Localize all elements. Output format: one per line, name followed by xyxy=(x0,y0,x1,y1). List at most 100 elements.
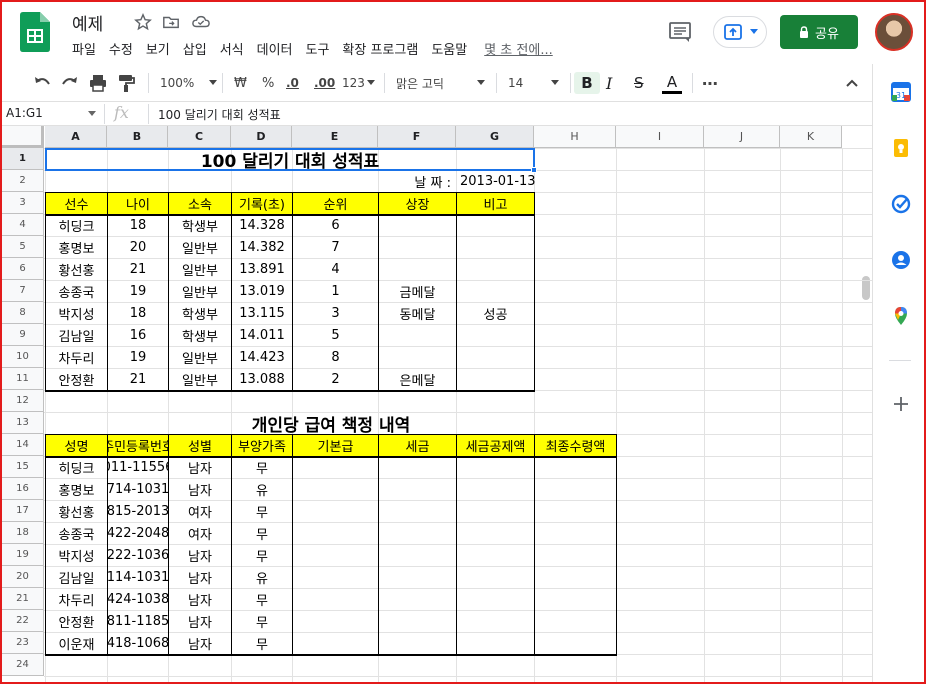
race-header-cell[interactable]: 기록(초) xyxy=(231,192,293,215)
race-data-cell[interactable]: 금메달 xyxy=(378,280,457,303)
salary-data-cell[interactable] xyxy=(456,456,535,479)
row-header-15[interactable]: 15 xyxy=(2,456,44,478)
salary-data-cell[interactable] xyxy=(378,588,457,611)
comment-history-icon[interactable] xyxy=(667,20,693,44)
sheets-logo-icon[interactable] xyxy=(20,12,50,52)
race-data-cell[interactable] xyxy=(456,280,535,303)
calendar-icon[interactable]: 31 xyxy=(891,82,911,102)
text-color-button[interactable]: A xyxy=(662,72,682,94)
row-header-11[interactable]: 11 xyxy=(2,368,44,390)
salary-header-cell[interactable]: 주민등록번호 xyxy=(107,434,169,457)
race-data-cell[interactable]: 16 xyxy=(107,324,169,347)
race-data-cell[interactable] xyxy=(378,236,457,259)
race-data-cell[interactable]: 일반부 xyxy=(168,258,232,281)
salary-header-cell[interactable]: 성명 xyxy=(45,434,108,457)
salary-data-cell[interactable]: 유 xyxy=(231,478,293,501)
race-data-cell[interactable]: 13.891 xyxy=(231,258,293,281)
more-formats-select[interactable]: 123 xyxy=(342,72,375,94)
currency-format-button[interactable]: ₩ xyxy=(234,72,247,94)
salary-data-cell[interactable] xyxy=(378,522,457,545)
name-box[interactable]: A1:G1 xyxy=(6,106,43,120)
row-header-7[interactable]: 7 xyxy=(2,280,44,302)
race-data-cell[interactable]: 일반부 xyxy=(168,368,232,391)
race-data-cell[interactable]: 안정환 xyxy=(45,368,108,391)
maps-icon[interactable] xyxy=(891,306,911,326)
race-data-cell[interactable]: 동메달 xyxy=(378,302,457,325)
document-title[interactable]: 예제 xyxy=(72,10,103,35)
salary-data-cell[interactable]: 여자 xyxy=(168,500,232,523)
star-icon[interactable] xyxy=(134,13,152,31)
salary-data-cell[interactable]: 750418-1068522 xyxy=(107,632,169,655)
salary-data-cell[interactable]: 홍명보 xyxy=(45,478,108,501)
decrease-decimal-button[interactable]: .0 xyxy=(286,72,299,94)
salary-data-cell[interactable]: 750714-1031281 xyxy=(107,478,169,501)
salary-data-cell[interactable]: 남자 xyxy=(168,544,232,567)
salary-data-cell[interactable] xyxy=(378,566,457,589)
column-header-c[interactable]: C xyxy=(168,126,231,148)
salary-data-cell[interactable]: 이운재 xyxy=(45,632,108,655)
salary-data-cell[interactable]: 여자 xyxy=(168,522,232,545)
salary-data-cell[interactable]: 차두리 xyxy=(45,588,108,611)
keep-icon[interactable] xyxy=(891,138,911,158)
salary-data-cell[interactable]: 무 xyxy=(231,456,293,479)
salary-data-cell[interactable] xyxy=(292,632,379,655)
zoom-select[interactable]: 100% xyxy=(160,72,218,94)
salary-data-cell[interactable] xyxy=(534,456,617,479)
race-header-cell[interactable]: 소속 xyxy=(168,192,232,215)
race-data-cell[interactable]: 일반부 xyxy=(168,280,232,303)
race-header-cell[interactable]: 나이 xyxy=(107,192,169,215)
race-data-cell[interactable]: 19 xyxy=(107,346,169,369)
race-data-cell[interactable] xyxy=(456,236,535,259)
menu-tools[interactable]: 도구 xyxy=(306,39,330,59)
salary-data-cell[interactable]: 남자 xyxy=(168,610,232,633)
salary-data-cell[interactable]: 무 xyxy=(231,610,293,633)
row-header-2[interactable]: 2 xyxy=(2,170,44,192)
row-header-22[interactable]: 22 xyxy=(2,610,44,632)
salary-data-cell[interactable] xyxy=(378,478,457,501)
salary-data-cell[interactable]: 황선홍 xyxy=(45,500,108,523)
salary-header-cell[interactable]: 기본급 xyxy=(292,434,379,457)
salary-data-cell[interactable] xyxy=(378,544,457,567)
race-data-cell[interactable]: 13.088 xyxy=(231,368,293,391)
race-data-cell[interactable]: 13.019 xyxy=(231,280,293,303)
chevron-down-icon[interactable] xyxy=(88,111,96,117)
percent-format-button[interactable]: % xyxy=(262,72,274,94)
race-data-cell[interactable]: 은메달 xyxy=(378,368,457,391)
row-header-3[interactable]: 3 xyxy=(2,192,44,214)
race-data-cell[interactable] xyxy=(456,368,535,391)
salary-data-cell[interactable] xyxy=(456,632,535,655)
race-data-cell[interactable]: 학생부 xyxy=(168,302,232,325)
menu-extensions[interactable]: 확장 프로그램 xyxy=(342,39,418,59)
salary-header-cell[interactable]: 최종수령액 xyxy=(534,434,617,457)
more-options-button[interactable]: ⋯ xyxy=(702,72,718,94)
race-title-cell[interactable]: 100 달리기 대회 성적표 xyxy=(45,148,535,171)
move-folder-icon[interactable] xyxy=(162,13,180,31)
salary-data-cell[interactable]: 760811-1185235 xyxy=(107,610,169,633)
menu-insert[interactable]: 삽입 xyxy=(183,39,207,59)
race-data-cell[interactable] xyxy=(456,324,535,347)
cloud-saved-icon[interactable] xyxy=(192,13,210,31)
salary-data-cell[interactable]: 남자 xyxy=(168,588,232,611)
salary-data-cell[interactable] xyxy=(534,610,617,633)
race-data-cell[interactable]: 20 xyxy=(107,236,169,259)
row-header-17[interactable]: 17 xyxy=(2,500,44,522)
race-data-cell[interactable]: 학생부 xyxy=(168,214,232,237)
race-data-cell[interactable]: 8 xyxy=(292,346,379,369)
race-data-cell[interactable]: 일반부 xyxy=(168,346,232,369)
row-header-10[interactable]: 10 xyxy=(2,346,44,368)
last-edit-link[interactable]: 몇 초 전에... xyxy=(484,39,553,59)
salary-data-cell[interactable] xyxy=(292,566,379,589)
race-data-cell[interactable]: 7 xyxy=(292,236,379,259)
race-data-cell[interactable]: 14.328 xyxy=(231,214,293,237)
race-data-cell[interactable]: 일반부 xyxy=(168,236,232,259)
race-data-cell[interactable]: 5 xyxy=(292,324,379,347)
bold-button[interactable]: B xyxy=(574,72,600,94)
salary-data-cell[interactable] xyxy=(292,456,379,479)
salary-data-cell[interactable] xyxy=(534,478,617,501)
share-button[interactable]: 공유 xyxy=(780,15,858,49)
salary-data-cell[interactable]: 790815-2013158 xyxy=(107,500,169,523)
row-header-18[interactable]: 18 xyxy=(2,522,44,544)
salary-data-cell[interactable] xyxy=(292,478,379,501)
salary-data-cell[interactable]: 무 xyxy=(231,500,293,523)
row-header-20[interactable]: 20 xyxy=(2,566,44,588)
